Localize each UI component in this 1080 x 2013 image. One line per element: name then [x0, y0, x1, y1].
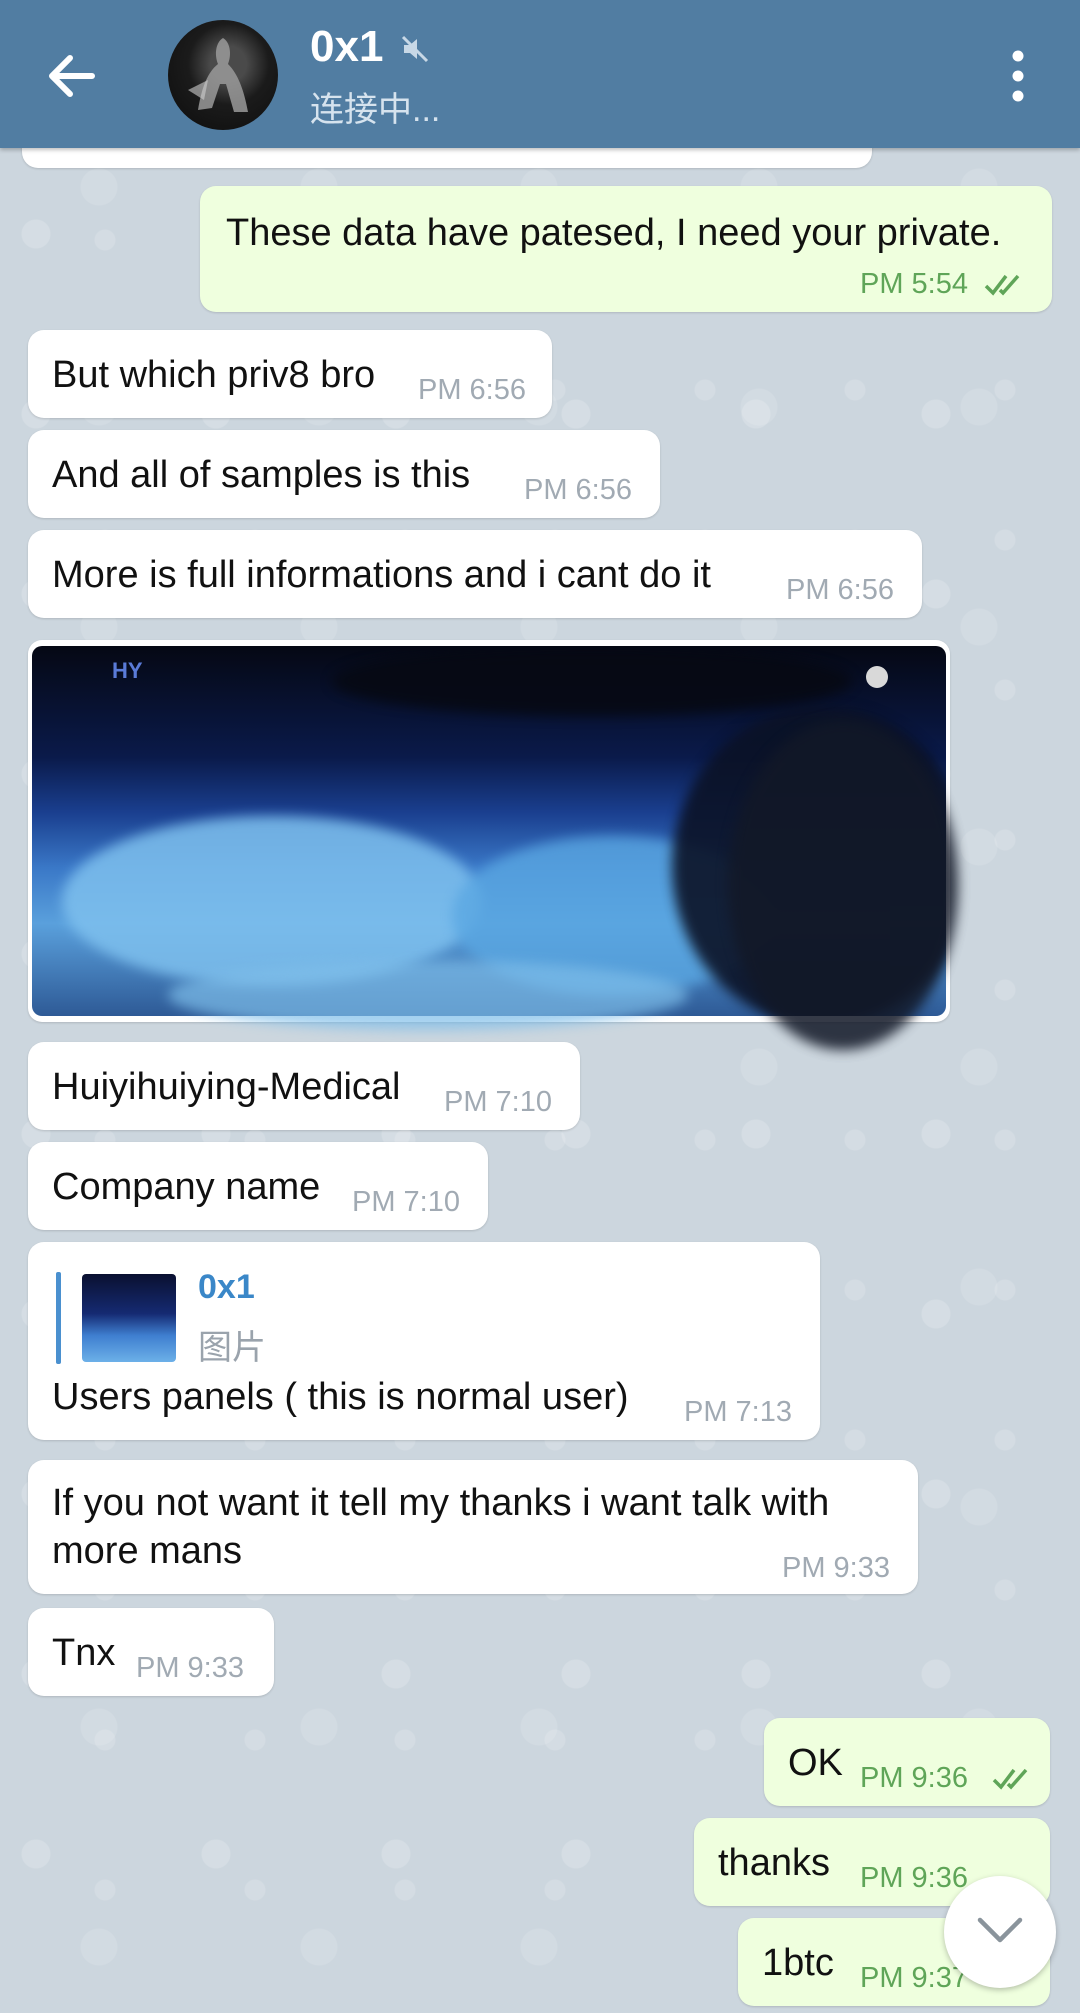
message-text: Company name	[52, 1166, 321, 1208]
photo-logo-text: HY	[112, 658, 143, 683]
message-text: But which priv8 bro	[52, 354, 376, 396]
more-vert-icon	[1012, 50, 1024, 102]
blur-redaction-overflow	[728, 720, 958, 1050]
back-arrow-icon	[49, 55, 95, 97]
message-text-line-1: If you not want it tell my thanks i want…	[52, 1482, 830, 1524]
blur-redaction	[332, 646, 852, 716]
message-bubble-incoming[interactable]: And all of samples is this PM 6:56	[28, 430, 660, 518]
message-text: More is full informations and i cant do …	[52, 554, 711, 596]
scroll-to-bottom-button[interactable]	[944, 1876, 1056, 1988]
message-time: PM 9:36	[860, 1762, 968, 1794]
message-text: Tnx	[52, 1632, 116, 1674]
double-check-icon	[992, 1768, 1028, 1790]
message-time: PM 5:54	[860, 268, 968, 300]
message-time: PM 6:56	[418, 374, 526, 406]
reply-sender-name: 0x1	[198, 1268, 255, 1306]
message-time: PM 9:33	[136, 1652, 244, 1684]
message-text: Huiyihuiying-Medical	[52, 1066, 401, 1108]
message-time: PM 7:13	[684, 1396, 792, 1428]
message-time: PM 6:56	[786, 574, 894, 606]
message-bubble-incoming[interactable]: If you not want it tell my thanks i want…	[28, 1460, 918, 1594]
reply-accent-bar	[56, 1272, 61, 1364]
blur-redaction-overflow	[168, 960, 688, 1030]
message-time: PM 9:33	[782, 1552, 890, 1584]
message-text: Users panels ( this is normal user)	[52, 1376, 629, 1418]
message-bubble-incoming[interactable]: Huiyihuiying-Medical PM 7:10	[28, 1042, 580, 1130]
avatar-figure-icon	[188, 38, 248, 112]
message-text-line-2: more mans	[52, 1530, 243, 1572]
message-text: These data have patesed, I need your pri…	[226, 212, 1002, 254]
avatar[interactable]	[168, 20, 278, 130]
mute-icon	[401, 35, 429, 63]
photo-dot	[866, 666, 888, 688]
message-bubble-incoming[interactable]: But which priv8 bro PM 6:56	[28, 330, 552, 418]
chevron-down-icon	[977, 1917, 1023, 1943]
reply-thumbnail	[82, 1274, 176, 1362]
more-options-button[interactable]	[994, 48, 1042, 104]
message-bubble-incoming[interactable]: Tnx PM 9:33	[28, 1608, 274, 1696]
message-bubble-incoming-reply[interactable]: 0x1 图片 Users panels ( this is normal use…	[28, 1242, 820, 1440]
chat-title[interactable]: 0x1	[310, 22, 383, 72]
message-time: PM 6:56	[524, 474, 632, 506]
message-time: PM 9:37	[860, 1962, 968, 1994]
message-text: thanks	[718, 1842, 830, 1884]
message-time: PM 9:36	[860, 1862, 968, 1894]
message-text: And all of samples is this	[52, 454, 471, 496]
message-bubble-incoming[interactable]: Company name PM 7:10	[28, 1142, 488, 1230]
message-text: 1btc	[762, 1942, 834, 1984]
message-bubble-outgoing[interactable]: OK PM 9:36	[764, 1718, 1050, 1806]
message-bubble-incoming[interactable]: More is full informations and i cant do …	[28, 530, 922, 618]
reply-preview-text: 图片	[198, 1329, 266, 1367]
connection-status: 连接中...	[310, 91, 441, 129]
photo-message[interactable]: HY	[28, 640, 958, 1050]
back-button[interactable]	[40, 44, 104, 108]
double-check-icon	[984, 274, 1020, 296]
message-time: PM 7:10	[444, 1086, 552, 1118]
message-bubble-outgoing[interactable]: These data have patesed, I need your pri…	[200, 186, 1052, 312]
message-time: PM 7:10	[352, 1186, 460, 1218]
message-text: OK	[788, 1742, 843, 1784]
chat-header: 0x1 连接中...	[0, 0, 1080, 148]
